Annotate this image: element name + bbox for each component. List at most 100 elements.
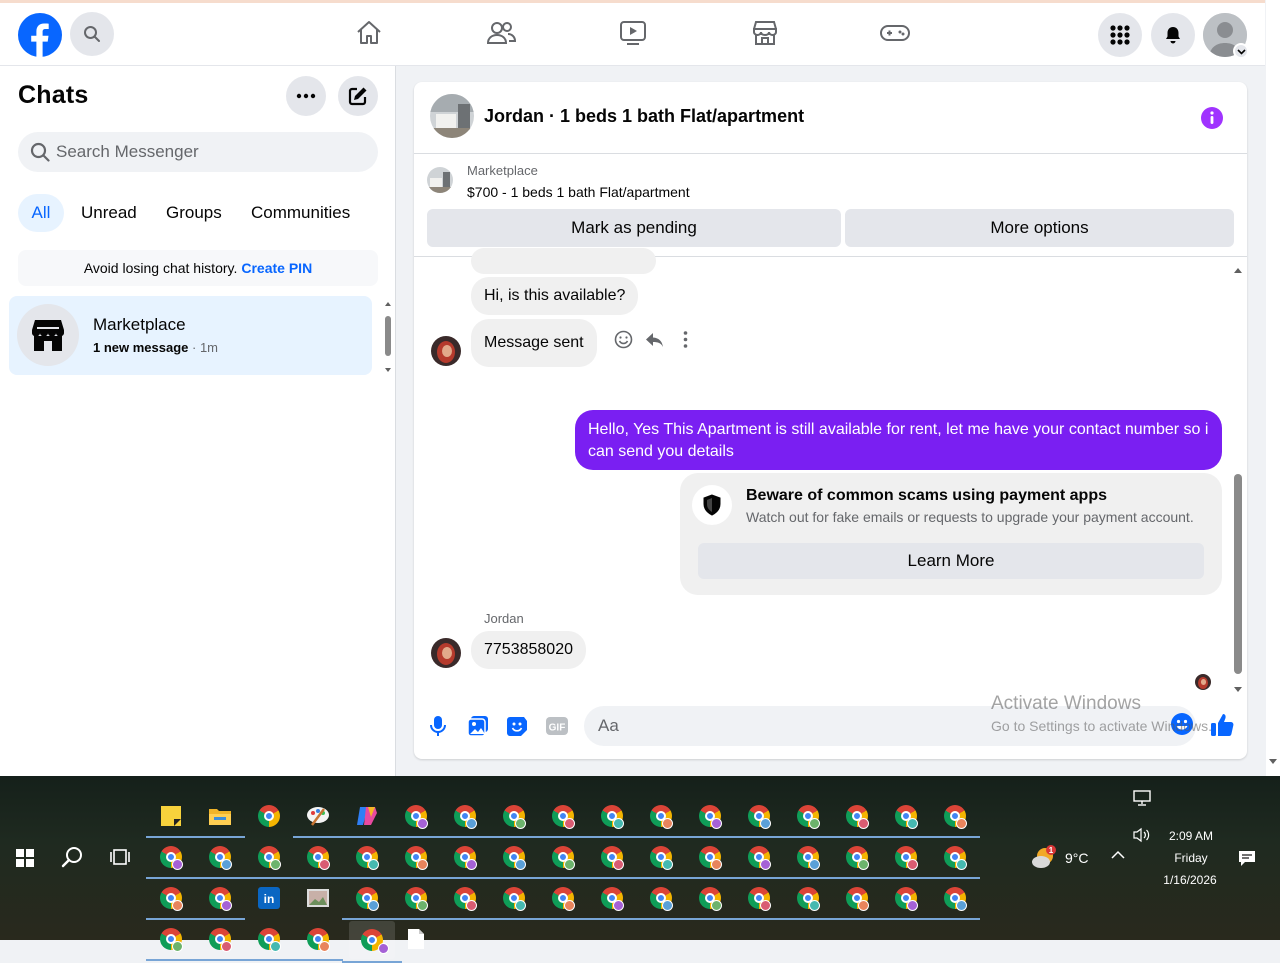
- taskbar-app-paint-icon[interactable]: [293, 798, 343, 838]
- volume-icon[interactable]: [1133, 827, 1151, 843]
- taskbar-app-chrome-profile-icon[interactable]: [538, 798, 588, 838]
- more-vertical-icon[interactable]: [683, 330, 688, 349]
- filter-tab-groups[interactable]: Groups: [166, 194, 222, 232]
- taskbar-app-chrome-profile-icon[interactable]: [832, 839, 882, 879]
- taskbar-app-chrome-profile-icon[interactable]: [783, 880, 833, 920]
- taskbar-app-chrome-profile-icon[interactable]: [489, 798, 539, 838]
- taskbar-app-chrome-profile-icon[interactable]: [146, 839, 196, 879]
- taskbar-app-file-explorer-icon[interactable]: [195, 798, 245, 838]
- taskbar-app-chrome-profile-icon[interactable]: [391, 839, 441, 879]
- taskbar-app-linkedin-icon[interactable]: in: [251, 880, 287, 916]
- taskbar-app-notepad-icon[interactable]: [398, 921, 434, 957]
- chat-list-scrollbar[interactable]: [384, 298, 392, 376]
- taskbar-app-chrome-profile-icon[interactable]: [489, 880, 539, 920]
- message-input-field[interactable]: [584, 706, 1196, 746]
- sticker-icon[interactable]: [506, 715, 528, 737]
- clock-day[interactable]: Friday: [1164, 851, 1218, 865]
- network-icon[interactable]: [1133, 790, 1151, 806]
- taskbar-app-chrome-profile-icon[interactable]: [538, 839, 588, 879]
- taskbar-app-chrome-profile-icon[interactable]: [342, 880, 392, 920]
- message-bubble-incoming[interactable]: Hi, is this available?: [471, 277, 639, 315]
- taskbar-app-chrome-profile-icon[interactable]: [783, 798, 833, 838]
- taskbar-app-chrome-profile-icon[interactable]: [440, 880, 490, 920]
- gif-icon[interactable]: GIF: [545, 715, 569, 737]
- windows-start-icon[interactable]: [16, 849, 34, 867]
- facebook-logo-icon[interactable]: [18, 13, 62, 57]
- taskbar-app-chrome-profile-icon[interactable]: [832, 880, 882, 920]
- info-icon[interactable]: [1200, 106, 1224, 130]
- more-options-button[interactable]: More options: [845, 209, 1234, 247]
- gaming-icon[interactable]: [880, 18, 910, 48]
- jordan-avatar[interactable]: [431, 638, 461, 668]
- new-message-button[interactable]: [338, 76, 378, 116]
- clock-date[interactable]: 1/16/2026: [1154, 873, 1226, 887]
- taskbar-app-chrome-icon[interactable]: [251, 798, 287, 834]
- task-view-icon[interactable]: [110, 848, 130, 866]
- marketplace-icon[interactable]: [750, 18, 780, 48]
- taskbar-app-chrome-profile-icon[interactable]: [342, 839, 392, 879]
- menu-button[interactable]: [1098, 13, 1142, 57]
- filter-tab-all[interactable]: All: [18, 194, 64, 232]
- friends-icon[interactable]: [486, 18, 516, 48]
- taskbar-app-chrome-profile-icon[interactable]: [146, 921, 196, 961]
- taskbar-app-chrome-profile-icon[interactable]: [391, 880, 441, 920]
- taskbar-app-chrome-profile-icon[interactable]: [587, 798, 637, 838]
- search-messenger-input[interactable]: [56, 142, 356, 162]
- taskbar-app-chrome-profile-icon[interactable]: [685, 839, 735, 879]
- taskbar-app-chrome-profile-icon[interactable]: [783, 839, 833, 879]
- taskbar-app-chrome-profile-icon[interactable]: [195, 921, 245, 961]
- taskbar-app-chrome-profile-icon[interactable]: [489, 839, 539, 879]
- video-icon[interactable]: [618, 18, 648, 48]
- taskbar-app-chrome-profile-icon[interactable]: [930, 880, 980, 920]
- listing-title[interactable]: $700 - 1 beds 1 bath Flat/apartment: [467, 184, 690, 200]
- message-bubble-incoming[interactable]: 7753858020: [471, 631, 586, 669]
- action-center-icon[interactable]: [1238, 849, 1256, 867]
- taskbar-app-chrome-profile-icon[interactable]: [440, 798, 490, 838]
- taskbar-app-chrome-profile-icon[interactable]: [734, 798, 784, 838]
- taskbar-app-sticky-notes-icon[interactable]: [146, 798, 196, 838]
- page-scrollbar[interactable]: [1266, 0, 1280, 776]
- taskbar-app-chrome-profile-icon[interactable]: [930, 839, 980, 879]
- taskbar-app-chrome-profile-icon[interactable]: [636, 839, 686, 879]
- taskbar-app-chrome-profile-icon[interactable]: [587, 839, 637, 879]
- clock-time[interactable]: 2:09 AM: [1164, 829, 1218, 843]
- taskbar-app-chrome-profile-icon[interactable]: [244, 839, 294, 879]
- taskbar-app-chrome-profile-icon[interactable]: [636, 880, 686, 920]
- jordan-avatar[interactable]: [431, 336, 461, 366]
- taskbar-app-chrome-profile-icon[interactable]: [538, 880, 588, 920]
- taskbar-app-chrome-profile-icon[interactable]: [881, 798, 931, 838]
- chats-options-button[interactable]: [286, 76, 326, 116]
- taskbar-app-chrome-profile-icon[interactable]: [881, 839, 931, 879]
- taskbar-app-chrome-profile-icon[interactable]: [636, 798, 686, 838]
- taskbar-app-chrome-profile-icon[interactable]: [293, 921, 343, 961]
- account-chevron-down-icon[interactable]: [1233, 43, 1249, 59]
- taskbar-app-chrome-profile-icon[interactable]: [342, 921, 402, 963]
- taskbar-app-chrome-profile-icon[interactable]: [734, 839, 784, 879]
- message-bubble-incoming[interactable]: Message sent: [471, 319, 597, 367]
- taskbar-app-chrome-profile-icon[interactable]: [930, 798, 980, 838]
- taskbar-app-chrome-profile-icon[interactable]: [734, 880, 784, 920]
- taskbar-app-chrome-profile-icon[interactable]: [244, 921, 294, 961]
- search-messenger-field[interactable]: [18, 132, 378, 172]
- taskbar-app-chrome-profile-icon[interactable]: [587, 880, 637, 920]
- microphone-icon[interactable]: [430, 715, 446, 737]
- taskbar-app-copilot-icon[interactable]: [342, 798, 392, 838]
- react-smiley-icon[interactable]: [614, 330, 633, 349]
- weather-widget[interactable]: 1 9°C: [1031, 845, 1089, 871]
- taskbar-app-chrome-profile-icon[interactable]: [195, 839, 245, 879]
- facebook-search-button[interactable]: [70, 12, 114, 56]
- message-thread-scrollbar[interactable]: [1232, 266, 1244, 696]
- mark-as-pending-button[interactable]: Mark as pending: [427, 209, 841, 247]
- message-bubble-outgoing[interactable]: Hello, Yes This Apartment is still avail…: [575, 410, 1222, 470]
- taskbar-app-image-viewer-icon[interactable]: [300, 880, 336, 916]
- learn-more-button[interactable]: Learn More: [698, 543, 1204, 579]
- taskbar-app-chrome-profile-icon[interactable]: [881, 880, 931, 920]
- taskbar-app-chrome-profile-icon[interactable]: [685, 880, 735, 920]
- taskbar-app-chrome-profile-icon[interactable]: [685, 798, 735, 838]
- filter-tab-unread[interactable]: Unread: [81, 194, 137, 232]
- notifications-button[interactable]: [1151, 13, 1195, 57]
- taskbar-app-chrome-profile-icon[interactable]: [391, 798, 441, 838]
- thumbs-up-icon[interactable]: [1210, 712, 1236, 738]
- photo-gallery-icon[interactable]: [467, 715, 489, 737]
- taskbar-search-icon[interactable]: [61, 846, 83, 868]
